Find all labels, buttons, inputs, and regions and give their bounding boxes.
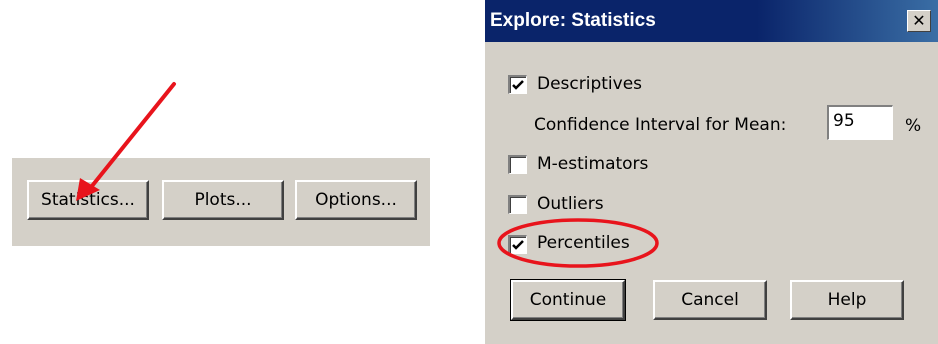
cancel-button[interactable]: Cancel — [653, 280, 767, 320]
percentiles-label: Percentiles — [537, 233, 630, 253]
plots-button[interactable]: Plots... — [162, 180, 284, 220]
outliers-label: Outliers — [537, 194, 604, 214]
checkmark-icon — [512, 80, 524, 90]
m-estimators-checkbox[interactable] — [508, 155, 527, 174]
outliers-checkbox[interactable] — [508, 195, 527, 214]
confidence-interval-label: Confidence Interval for Mean: — [534, 115, 787, 135]
dialog-title: Explore: Statistics — [490, 10, 656, 31]
explore-statistics-dialog: Explore: Statistics ✕ Descriptives Confi… — [485, 0, 938, 344]
m-estimators-label: M-estimators — [537, 154, 649, 174]
close-button[interactable]: ✕ — [907, 10, 931, 32]
confidence-interval-input[interactable]: 95 — [827, 105, 893, 140]
options-button[interactable]: Options... — [295, 180, 417, 220]
checkmark-icon — [512, 240, 524, 250]
button-strip: Statistics... Plots... Options... — [12, 158, 430, 246]
descriptives-label: Descriptives — [537, 74, 643, 94]
continue-button[interactable]: Continue — [510, 279, 626, 321]
percentiles-checkbox[interactable] — [508, 235, 527, 254]
close-icon: ✕ — [912, 11, 926, 30]
screenshot-stage: Statistics... Plots... Options... Explor… — [0, 0, 938, 344]
statistics-button[interactable]: Statistics... — [27, 180, 149, 220]
help-button[interactable]: Help — [790, 280, 904, 320]
percent-unit-label: % — [905, 116, 922, 136]
dialog-titlebar: Explore: Statistics ✕ — [485, 0, 938, 42]
descriptives-checkbox[interactable] — [508, 75, 527, 94]
